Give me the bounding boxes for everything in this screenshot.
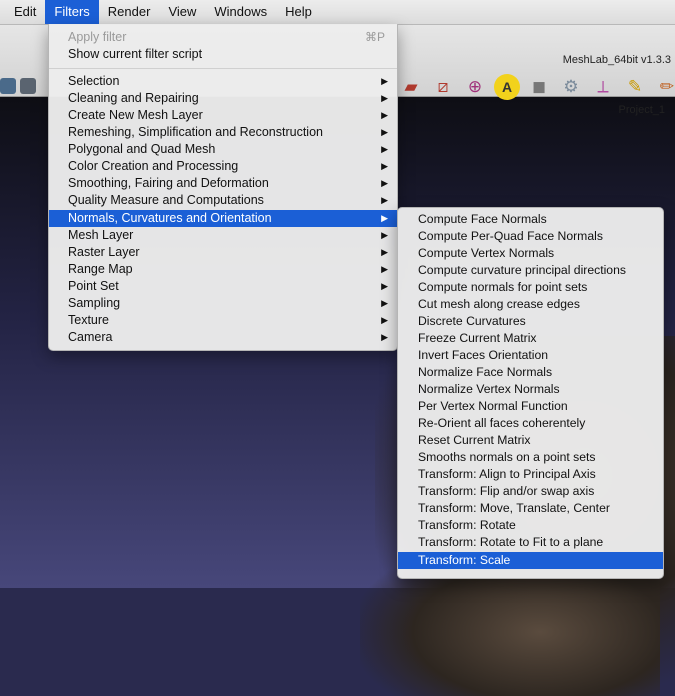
menubar: Edit Filters Render View Windows Help xyxy=(0,0,675,25)
menu-view[interactable]: View xyxy=(159,0,205,24)
menu-item-quality[interactable]: Quality Measure and Computations ▶ xyxy=(49,192,397,209)
toolbar-left-icons xyxy=(0,78,36,94)
submenu-item[interactable]: Compute curvature principal directions xyxy=(398,262,663,279)
submenu-item[interactable]: Normalize Vertex Normals xyxy=(398,381,663,398)
app-title: MeshLab_64bit v1.3.3 xyxy=(562,54,671,66)
submenu-item[interactable]: Cut mesh along crease edges xyxy=(398,296,663,313)
submenu-arrow-icon: ▶ xyxy=(381,264,388,274)
axes-icon[interactable]: ⟂ xyxy=(590,74,616,100)
menu-item-smoothing[interactable]: Smoothing, Fairing and Deformation ▶ xyxy=(49,175,397,192)
submenu-item-transform-scale[interactable]: Transform: Scale xyxy=(398,552,663,569)
paint-icon[interactable]: ✎ xyxy=(622,74,648,100)
menu-item-label: Camera xyxy=(68,330,113,344)
menu-item-point-set[interactable]: Point Set ▶ xyxy=(49,278,397,295)
pencil-icon[interactable]: ✏ xyxy=(654,74,675,100)
brush-icon[interactable]: ▰ xyxy=(398,74,424,100)
menu-item-label: Smoothing, Fairing and Deformation xyxy=(68,176,269,190)
menu-item-normals[interactable]: Normals, Curvatures and Orientation ▶ xyxy=(49,210,397,227)
menu-item-label: Range Map xyxy=(68,262,133,276)
menu-item-label: Quality Measure and Computations xyxy=(68,193,264,207)
menu-item-remeshing[interactable]: Remeshing, Simplification and Reconstruc… xyxy=(49,124,397,141)
submenu-arrow-icon: ▶ xyxy=(381,144,388,154)
submenu-item[interactable]: Compute normals for point sets xyxy=(398,279,663,296)
submenu-item[interactable]: Invert Faces Orientation xyxy=(398,347,663,364)
menu-item-create-mesh-layer[interactable]: Create New Mesh Layer ▶ xyxy=(49,107,397,124)
menu-item-color[interactable]: Color Creation and Processing ▶ xyxy=(49,158,397,175)
project-tab[interactable]: Project_1 xyxy=(619,104,665,116)
menu-render[interactable]: Render xyxy=(99,0,160,24)
gear-icon[interactable]: ⚙ xyxy=(558,74,584,100)
menu-item-label: Cleaning and Repairing xyxy=(68,91,199,105)
show-filter-script-item[interactable]: Show current filter script xyxy=(49,46,397,63)
submenu-arrow-icon: ▶ xyxy=(381,247,388,257)
menu-item-cleaning[interactable]: Cleaning and Repairing ▶ xyxy=(49,90,397,107)
submenu-item[interactable]: Transform: Move, Translate, Center xyxy=(398,500,663,517)
menu-item-label: Color Creation and Processing xyxy=(68,159,239,173)
apply-filter-shortcut: ⌘P xyxy=(364,30,385,44)
submenu-item[interactable]: Transform: Rotate to Fit to a plane xyxy=(398,534,663,551)
menu-item-texture[interactable]: Texture ▶ xyxy=(49,312,397,329)
menu-item-selection[interactable]: Selection ▶ xyxy=(49,73,397,90)
submenu-arrow-icon: ▶ xyxy=(381,127,388,137)
menu-item-label: Remeshing, Simplification and Reconstruc… xyxy=(68,125,323,139)
show-filter-script-label: Show current filter script xyxy=(68,47,203,61)
menu-windows[interactable]: Windows xyxy=(205,0,276,24)
menu-item-sampling[interactable]: Sampling ▶ xyxy=(49,295,397,312)
submenu-arrow-icon: ▶ xyxy=(381,315,388,325)
submenu-item[interactable]: Compute Per-Quad Face Normals xyxy=(398,228,663,245)
submenu-arrow-icon: ▶ xyxy=(381,178,388,188)
menu-item-mesh-layer[interactable]: Mesh Layer ▶ xyxy=(49,227,397,244)
menu-separator xyxy=(49,68,397,69)
sphere-icon[interactable]: ⊕ xyxy=(462,74,488,100)
normals-submenu: Compute Face Normals Compute Per-Quad Fa… xyxy=(397,207,664,579)
open-icon[interactable] xyxy=(0,78,16,94)
menu-filters[interactable]: Filters xyxy=(45,0,99,24)
menu-item-raster-layer[interactable]: Raster Layer ▶ xyxy=(49,244,397,261)
submenu-arrow-icon: ▶ xyxy=(381,195,388,205)
menu-edit[interactable]: Edit xyxy=(0,0,45,24)
menu-item-label: Mesh Layer xyxy=(68,228,134,242)
menu-item-polygonal[interactable]: Polygonal and Quad Mesh ▶ xyxy=(49,141,397,158)
submenu-arrow-icon: ▶ xyxy=(381,298,388,308)
submenu-item[interactable]: Smooths normals on a point sets xyxy=(398,449,663,466)
submenu-arrow-icon: ▶ xyxy=(381,213,388,223)
submenu-item[interactable]: Compute Vertex Normals xyxy=(398,245,663,262)
save-icon[interactable] xyxy=(20,78,36,94)
toolbar-right-icons: ▰ ⧄ ⊕ A ◼ ⚙ ⟂ ✎ ✏ xyxy=(398,74,675,100)
apply-filter-item[interactable]: Apply filter ⌘P xyxy=(49,29,397,46)
menu-item-range-map[interactable]: Range Map ▶ xyxy=(49,261,397,278)
submenu-arrow-icon: ▶ xyxy=(381,332,388,342)
submenu-arrow-icon: ▶ xyxy=(381,161,388,171)
mesh-icon[interactable]: ⧄ xyxy=(430,74,456,100)
menu-item-label: Sampling xyxy=(68,296,121,310)
apply-filter-label: Apply filter xyxy=(68,30,127,44)
submenu-item[interactable]: Re-Orient all faces coherentely xyxy=(398,415,663,432)
submenu-item[interactable]: Transform: Rotate xyxy=(398,517,663,534)
submenu-item[interactable]: Freeze Current Matrix xyxy=(398,330,663,347)
menu-help[interactable]: Help xyxy=(276,0,321,24)
menu-item-label: Polygonal and Quad Mesh xyxy=(68,142,216,156)
submenu-item[interactable]: Reset Current Matrix xyxy=(398,432,663,449)
menu-item-label: Point Set xyxy=(68,279,119,293)
submenu-item[interactable]: Transform: Align to Principal Axis xyxy=(398,466,663,483)
square-icon[interactable]: ◼ xyxy=(526,74,552,100)
submenu-arrow-icon: ▶ xyxy=(381,76,388,86)
menu-item-label: Selection xyxy=(68,74,120,88)
submenu-arrow-icon: ▶ xyxy=(381,230,388,240)
submenu-item[interactable]: Compute Face Normals xyxy=(398,211,663,228)
menu-item-label: Create New Mesh Layer xyxy=(68,108,203,122)
menu-item-label: Texture xyxy=(68,313,109,327)
submenu-arrow-icon: ▶ xyxy=(381,93,388,103)
submenu-item[interactable]: Discrete Curvatures xyxy=(398,313,663,330)
submenu-item[interactable]: Per Vertex Normal Function xyxy=(398,398,663,415)
filters-dropdown: Apply filter ⌘P Show current filter scri… xyxy=(48,24,398,351)
menu-item-label: Raster Layer xyxy=(68,245,140,259)
menu-item-label: Normals, Curvatures and Orientation xyxy=(68,211,272,225)
submenu-item[interactable]: Normalize Face Normals xyxy=(398,364,663,381)
submenu-arrow-icon: ▶ xyxy=(381,281,388,291)
submenu-item[interactable]: Transform: Flip and/or swap axis xyxy=(398,483,663,500)
submenu-arrow-icon: ▶ xyxy=(381,110,388,120)
axis-a-icon[interactable]: A xyxy=(494,74,520,100)
menu-item-camera[interactable]: Camera ▶ xyxy=(49,329,397,346)
